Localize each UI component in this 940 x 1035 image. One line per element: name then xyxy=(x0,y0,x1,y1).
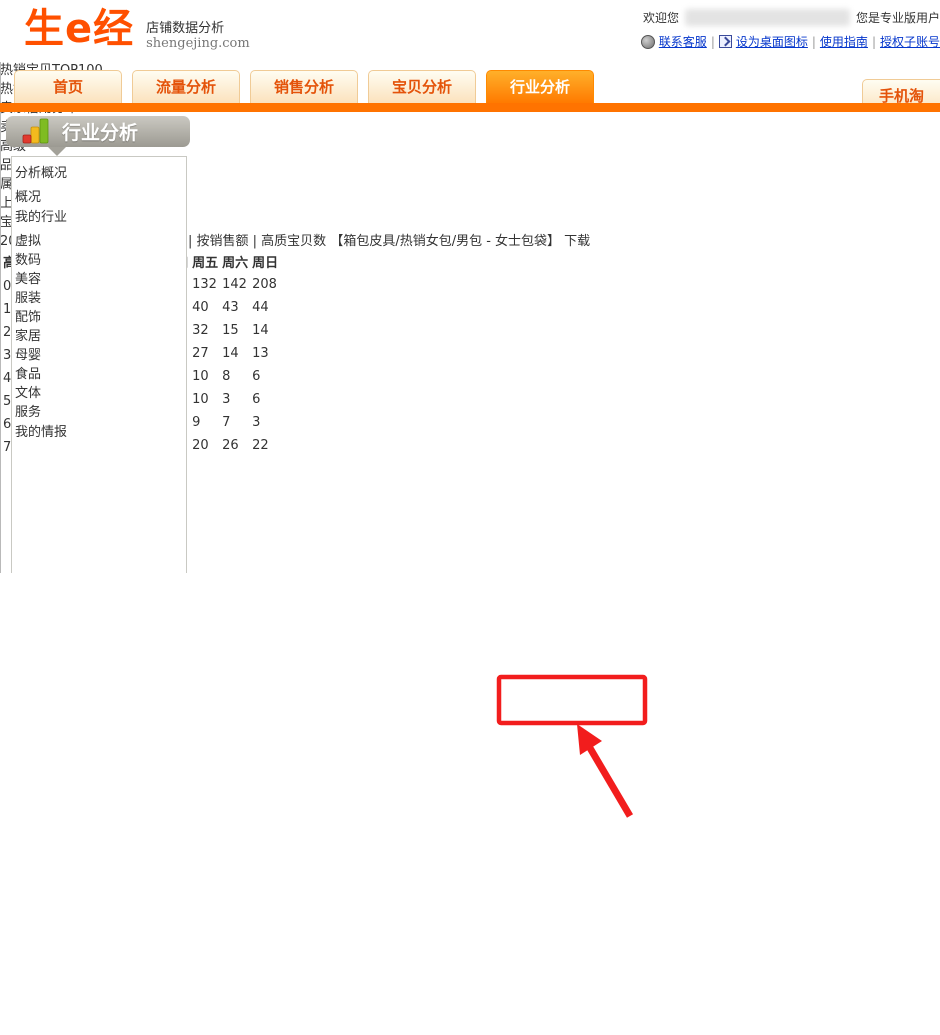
nav-tab-item[interactable]: 宝贝分析 xyxy=(368,70,476,103)
sidebar-item-overview[interactable]: 概况 xyxy=(15,186,183,205)
logo-domain: shengejing.com xyxy=(146,36,250,51)
customer-service-icon xyxy=(641,35,655,49)
sidebar-section-my-industry[interactable]: 我的行业 xyxy=(15,205,183,230)
nav-accent-strip xyxy=(0,103,940,112)
sidebar-item-home[interactable]: 家居 xyxy=(15,325,183,344)
bar-chart-icon xyxy=(22,118,50,146)
link-separator: | xyxy=(872,35,876,49)
nav-tab-traffic[interactable]: 流量分析 xyxy=(132,70,240,103)
annotation-arrow xyxy=(577,724,630,816)
category-note: 【箱包皮具/热销女包/男包 - 女士包袋】 下载 xyxy=(330,234,590,249)
nav-tab-home[interactable]: 首页 xyxy=(14,70,122,103)
desktop-shortcut-link[interactable]: 设为桌面图标 xyxy=(736,33,808,50)
welcome-prefix: 欢迎您 xyxy=(643,9,679,26)
link-separator: | xyxy=(711,35,715,49)
sidebar-section-overview[interactable]: 分析概况 xyxy=(15,161,183,186)
col-header-sun: 周日 xyxy=(251,251,279,272)
sidebar-item-accessory[interactable]: 配饰 xyxy=(15,306,183,325)
link-separator: | xyxy=(812,35,816,49)
sidebar-menu: 分析概况 概况 我的行业 虚拟 数码 美容 服装 配饰 家居 母婴 食品 文体 … xyxy=(11,156,187,573)
sidebar: 行业分析 分析概况 概况 我的行业 虚拟 数码 美容 服装 配饰 家居 母婴 食… xyxy=(6,116,190,573)
sidebar-item-apparel[interactable]: 服装 xyxy=(15,287,183,306)
sidebar-item-service[interactable]: 服务 xyxy=(15,401,183,420)
user-guide-link[interactable]: 使用指南 xyxy=(820,33,868,50)
username-redacted xyxy=(685,9,850,26)
main-nav: 首页 流量分析 销售分析 宝贝分析 行业分析 手机淘 xyxy=(0,70,940,112)
sidebar-pointer xyxy=(48,147,66,156)
account-type-label: 您是专业版用户 xyxy=(856,9,940,26)
sidebar-item-food[interactable]: 食品 xyxy=(15,363,183,382)
annotation-box xyxy=(499,677,645,723)
nav-tab-industry[interactable]: 行业分析 xyxy=(486,70,594,103)
sidebar-header: 行业分析 xyxy=(6,116,190,147)
sidebar-item-virtual[interactable]: 虚拟 xyxy=(15,230,183,249)
sidebar-item-culture[interactable]: 文体 xyxy=(15,382,183,401)
sidebar-title: 行业分析 xyxy=(62,118,138,145)
logo-text: 生e经 xyxy=(24,8,134,50)
sidebar-item-baby[interactable]: 母婴 xyxy=(15,344,183,363)
logo-subtitle: 店铺数据分析 xyxy=(146,17,250,36)
col-header-fri: 周五 xyxy=(191,251,219,272)
metric-link-by-revenue[interactable]: 按销售额 xyxy=(196,234,248,249)
header-links: 联系客服 | 设为桌面图标 | 使用指南 | 授权子账号 xyxy=(641,33,940,50)
contact-service-link[interactable]: 联系客服 xyxy=(659,33,707,50)
nav-tab-sales[interactable]: 销售分析 xyxy=(250,70,358,103)
page-header: 生e经 店铺数据分析 shengejing.com 欢迎您 您是专业版用户 联系… xyxy=(0,0,940,62)
download-link[interactable]: 下载 xyxy=(564,234,590,249)
col-header-sat: 周六 xyxy=(221,251,249,272)
metric-separator: | xyxy=(253,234,257,249)
metric-current: 高质宝贝数 xyxy=(261,234,326,249)
sidebar-item-digital[interactable]: 数码 xyxy=(15,249,183,268)
sidebar-section-my-intel[interactable]: 我的情报 xyxy=(15,420,183,445)
sub-account-link[interactable]: 授权子账号 xyxy=(880,33,940,50)
welcome-line: 欢迎您 您是专业版用户 xyxy=(641,9,940,26)
logo: 生e经 店铺数据分析 shengejing.com xyxy=(24,8,250,51)
desktop-shortcut-icon xyxy=(719,35,732,48)
sidebar-item-beauty[interactable]: 美容 xyxy=(15,268,183,287)
